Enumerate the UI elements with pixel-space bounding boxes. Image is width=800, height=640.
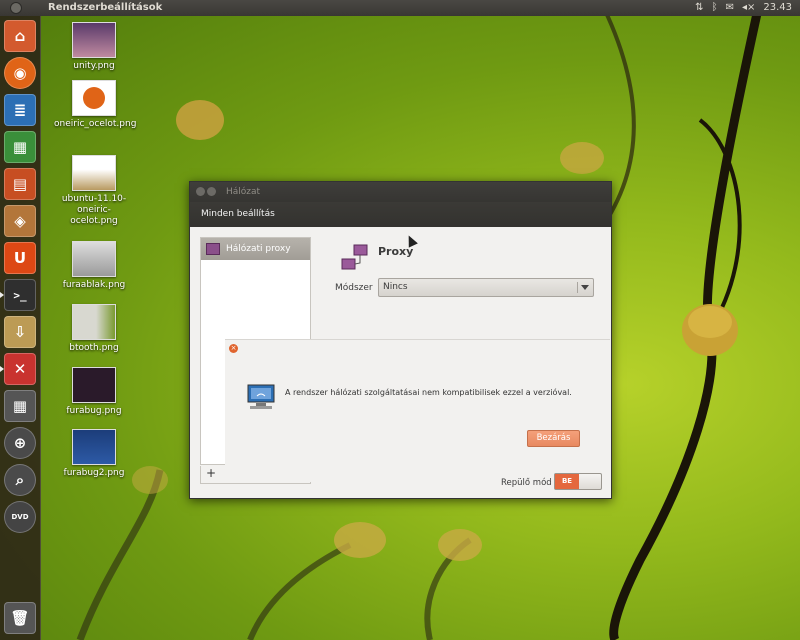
update-manager-icon[interactable]: ⇩ bbox=[4, 316, 36, 348]
impress-icon[interactable]: ▤ bbox=[4, 168, 36, 200]
window-content: Hálózati proxy + Proxy Módszer Nincs × A… bbox=[190, 227, 611, 498]
window-titlebar[interactable]: Hálózat bbox=[190, 182, 611, 202]
image-thumbnail-icon bbox=[72, 304, 116, 340]
indicator-tray: ⇅ ᛒ ✉ ◂× 23.43 bbox=[695, 0, 792, 16]
home-folder-icon[interactable]: ⌂ bbox=[4, 20, 36, 52]
running-indicator-icon bbox=[0, 292, 4, 298]
desktop-icon-ubuntu-oneiric-ocelot[interactable]: ubuntu-11.10-oneiric-ocelot.png bbox=[54, 155, 134, 227]
airplane-mode-toggle[interactable]: BE bbox=[554, 473, 602, 490]
lens-apps-icon[interactable]: ⊕ bbox=[4, 427, 36, 459]
firefox-icon[interactable]: ◉ bbox=[4, 57, 36, 89]
desktop-icon-furaablak[interactable]: furaablak.png bbox=[54, 241, 134, 291]
image-thumbnail-icon bbox=[72, 241, 116, 277]
ubuntu-one-icon[interactable]: U bbox=[4, 242, 36, 274]
lens-files-icon[interactable]: ⌕ bbox=[4, 464, 36, 496]
mail-icon[interactable]: ✉ bbox=[726, 0, 734, 16]
chevron-down-icon bbox=[581, 285, 589, 290]
launcher: ⌂ ◉ ≣ ▦ ▤ ◈ U >_ ⇩ ✕ ▦ ⊕ ⌕ DVD 🗑 bbox=[0, 16, 41, 640]
running-indicator-icon bbox=[0, 366, 4, 372]
close-button[interactable]: Bezárás bbox=[527, 430, 580, 447]
trash-icon[interactable]: 🗑 bbox=[4, 602, 36, 634]
close-icon[interactable]: × bbox=[229, 344, 238, 353]
network-error-icon bbox=[247, 384, 275, 409]
clock[interactable]: 23.43 bbox=[763, 0, 792, 16]
workspace-switcher-icon[interactable]: ▦ bbox=[4, 390, 36, 422]
minimize-window-icon[interactable] bbox=[207, 187, 216, 196]
desktop-icon-furabug[interactable]: furabug.png bbox=[54, 367, 134, 417]
calc-icon[interactable]: ▦ bbox=[4, 131, 36, 163]
system-settings-icon[interactable]: ✕ bbox=[4, 353, 36, 385]
airplane-mode-label: Repülő mód bbox=[501, 478, 552, 488]
proxy-icon bbox=[341, 244, 368, 270]
window-title: Hálózat bbox=[226, 187, 261, 197]
close-window-icon[interactable] bbox=[196, 187, 205, 196]
network-window: Hálózat Minden beállítás Hálózati proxy … bbox=[189, 181, 612, 499]
software-center-icon[interactable]: ◈ bbox=[4, 205, 36, 237]
desktop-icon-btooth[interactable]: btooth.png bbox=[54, 304, 134, 354]
image-thumbnail-icon bbox=[72, 155, 116, 191]
terminal-icon[interactable]: >_ bbox=[4, 279, 36, 311]
dropdown-separator bbox=[577, 282, 578, 293]
error-message: A rendszer hálózati szolgáltatásai nem k… bbox=[285, 388, 572, 397]
bluetooth-icon[interactable]: ᛒ bbox=[712, 0, 718, 16]
sidebar-item-network-proxy[interactable]: Hálózati proxy bbox=[201, 238, 310, 260]
desktop-icon-unity[interactable]: unity.png bbox=[54, 22, 134, 72]
dvd-icon[interactable]: DVD bbox=[4, 501, 36, 533]
method-value: Nincs bbox=[383, 282, 408, 292]
writer-icon[interactable]: ≣ bbox=[4, 94, 36, 126]
network-proxy-icon bbox=[206, 243, 220, 255]
ubuntu-logo-icon[interactable] bbox=[10, 2, 22, 14]
all-settings-button[interactable]: Minden beállítás bbox=[201, 202, 275, 227]
network-icon[interactable]: ⇅ bbox=[695, 0, 703, 16]
toggle-state: BE bbox=[555, 474, 579, 489]
error-infobar: × A rendszer hálózati szolgáltatásai nem… bbox=[225, 339, 610, 482]
image-thumbnail-icon bbox=[72, 429, 116, 465]
method-label: Módszer bbox=[335, 283, 373, 293]
image-thumbnail-icon bbox=[72, 80, 116, 116]
window-toolbar: Minden beállítás bbox=[190, 202, 611, 227]
image-thumbnail-icon bbox=[72, 22, 116, 58]
add-connection-button[interactable]: + bbox=[206, 466, 216, 480]
volume-icon[interactable]: ◂× bbox=[742, 0, 755, 16]
desktop-icon-furabug2[interactable]: furabug2.png bbox=[54, 429, 134, 479]
top-panel: Rendszerbeállítások ⇅ ᛒ ✉ ◂× 23.43 bbox=[0, 0, 800, 16]
active-app-title: Rendszerbeállítások bbox=[48, 2, 163, 13]
method-dropdown[interactable]: Nincs bbox=[378, 278, 594, 297]
desktop-icon-oneiric-ocelot[interactable]: oneiric_ocelot.png bbox=[54, 80, 136, 130]
image-thumbnail-icon bbox=[72, 367, 116, 403]
